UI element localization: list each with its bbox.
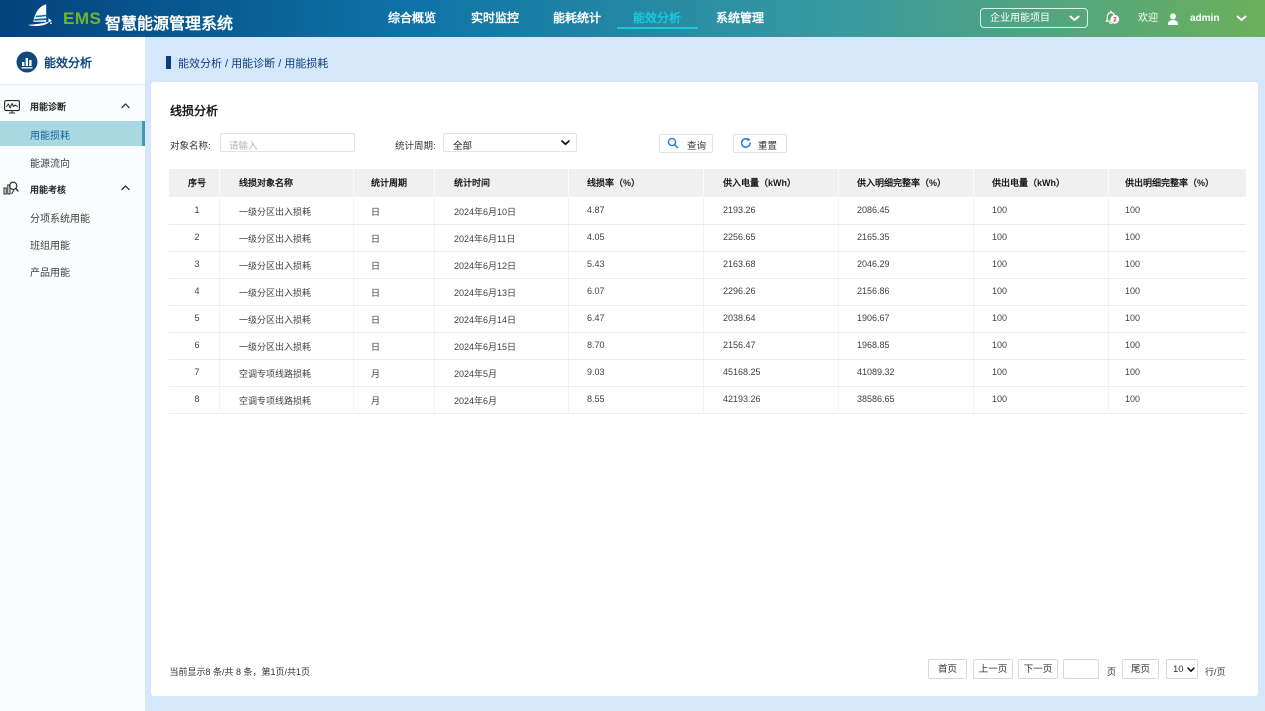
svg-text:2: 2 [1113, 17, 1117, 24]
